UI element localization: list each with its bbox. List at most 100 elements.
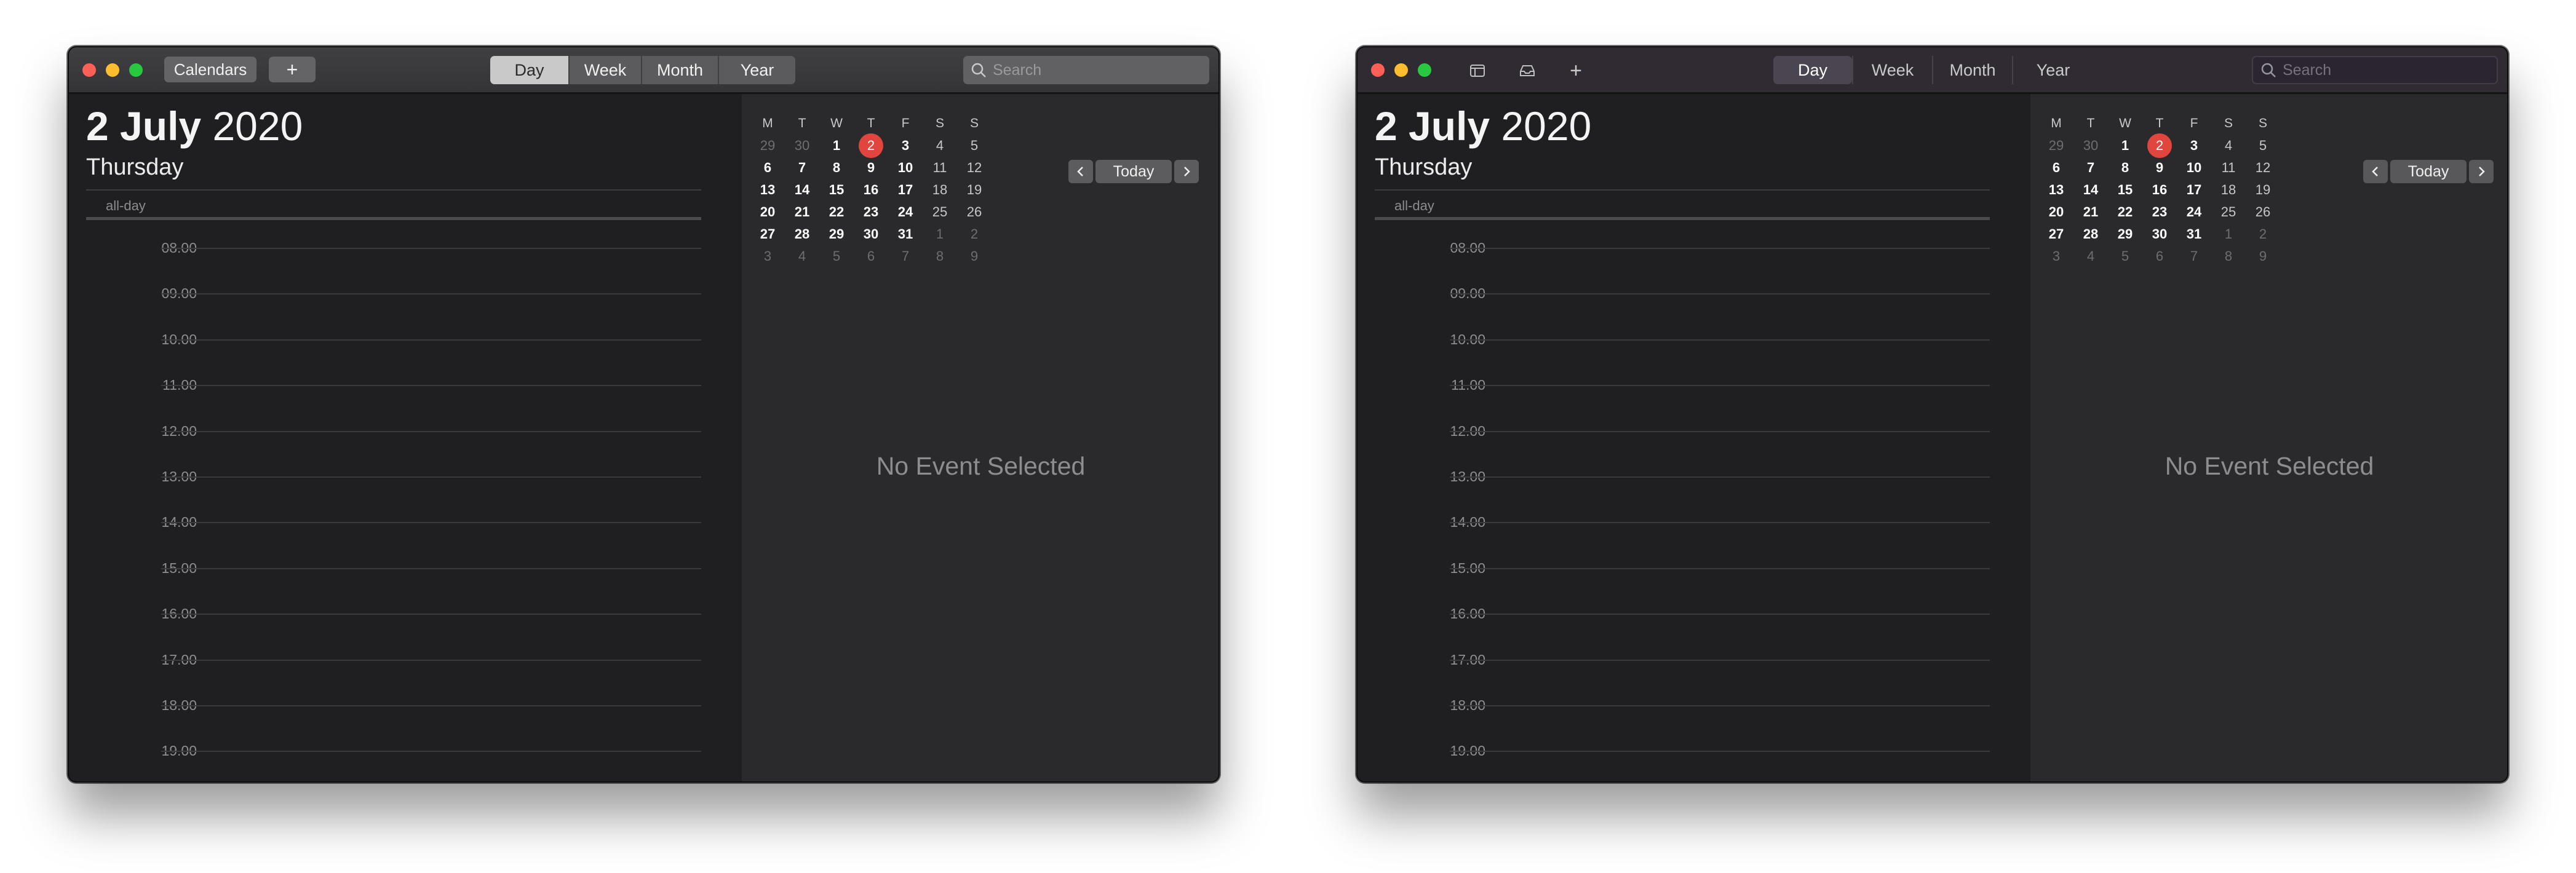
today-button[interactable]: Today [1095, 160, 1172, 183]
mini-calendar-day[interactable]: 12 [957, 160, 992, 176]
today-button[interactable]: Today [2390, 160, 2467, 183]
hour-row[interactable]: 18.00 [1356, 697, 2030, 716]
mini-calendar-day[interactable]: 24 [2177, 204, 2211, 220]
hour-row[interactable]: 15.00 [68, 560, 742, 579]
mini-calendar-day[interactable]: 20 [750, 204, 785, 220]
hour-row[interactable]: 17.00 [1356, 652, 2030, 670]
mini-calendar-day[interactable]: 3 [2039, 248, 2073, 264]
mini-calendar-day[interactable]: 25 [923, 204, 957, 220]
minimize-button[interactable] [1394, 63, 1408, 77]
mini-calendar-day[interactable]: 17 [888, 182, 923, 198]
mini-calendar-day[interactable]: 27 [750, 226, 785, 242]
mini-calendar-day[interactable]: 3 [888, 138, 923, 154]
mini-calendar-day[interactable]: 16 [2142, 182, 2177, 198]
mini-calendar-day[interactable]: 5 [819, 248, 854, 264]
hour-row[interactable]: 11.00 [68, 377, 742, 395]
tab-day[interactable]: Day [1773, 56, 1852, 84]
mini-calendar-day[interactable]: 14 [2073, 182, 2108, 198]
mini-calendar-today[interactable]: 2 [2142, 133, 2177, 158]
mini-calendar-day[interactable]: 28 [785, 226, 819, 242]
mini-calendar-day[interactable]: 9 [2142, 160, 2177, 176]
mini-calendar-day[interactable]: 24 [888, 204, 923, 220]
calendars-button[interactable]: Calendars [164, 57, 256, 82]
mini-calendar-day[interactable]: 19 [2246, 182, 2280, 198]
mini-calendar-day[interactable]: 4 [2211, 138, 2246, 154]
mini-calendar-day[interactable]: 7 [2073, 160, 2108, 176]
search-field[interactable]: Search [2252, 56, 2498, 84]
mini-calendar-day[interactable]: 10 [888, 160, 923, 176]
next-button[interactable] [1174, 160, 1199, 183]
mini-calendar-day[interactable]: 8 [923, 248, 957, 264]
mini-calendar-day[interactable]: 30 [2073, 138, 2108, 154]
mini-calendar-day[interactable]: 3 [750, 248, 785, 264]
mini-calendar-day[interactable]: 21 [2073, 204, 2108, 220]
mini-calendar-day[interactable]: 5 [2246, 138, 2280, 154]
mini-calendar-day[interactable]: 8 [819, 160, 854, 176]
tab-year[interactable]: Year [2012, 56, 2093, 84]
mini-calendar-day[interactable]: 30 [2142, 226, 2177, 242]
hour-row[interactable]: 12.00 [68, 423, 742, 441]
hour-row[interactable]: 15.00 [1356, 560, 2030, 579]
mini-calendar-day[interactable]: 31 [2177, 226, 2211, 242]
mini-calendar-day[interactable]: 9 [854, 160, 888, 176]
mini-calendar-day[interactable]: 2 [2246, 226, 2280, 242]
mini-calendar-day[interactable]: 1 [923, 226, 957, 242]
mini-calendar-day[interactable]: 10 [2177, 160, 2211, 176]
mini-calendar-day[interactable]: 29 [750, 138, 785, 154]
mini-calendar-day[interactable]: 4 [2073, 248, 2108, 264]
mini-calendar-day[interactable]: 4 [785, 248, 819, 264]
mini-calendar-day[interactable]: 3 [2177, 138, 2211, 154]
mini-calendar-day[interactable]: 13 [750, 182, 785, 198]
mini-calendar-day[interactable]: 26 [2246, 204, 2280, 220]
inbox-button[interactable] [1515, 58, 1540, 83]
mini-calendar-day[interactable]: 6 [2142, 248, 2177, 264]
mini-calendar-day[interactable]: 5 [957, 138, 992, 154]
mini-calendar-day[interactable]: 15 [2108, 182, 2142, 198]
close-button[interactable] [1371, 63, 1385, 77]
hour-row[interactable]: 10.00 [68, 331, 742, 350]
mini-calendar-day[interactable]: 29 [2039, 138, 2073, 154]
mini-calendar-day[interactable]: 20 [2039, 204, 2073, 220]
hour-row[interactable]: 18.00 [68, 697, 742, 716]
mini-calendar-day[interactable]: 14 [785, 182, 819, 198]
zoom-button[interactable] [1418, 63, 1431, 77]
mini-calendar-today[interactable]: 2 [854, 133, 888, 158]
hour-row[interactable]: 08.00 [1356, 240, 2030, 258]
all-day-row[interactable]: all-day [1375, 189, 1990, 220]
mini-calendar-day[interactable]: 1 [819, 138, 854, 154]
tab-day[interactable]: Day [490, 56, 568, 84]
mini-calendar-day[interactable]: 19 [957, 182, 992, 198]
mini-calendar-day[interactable]: 6 [750, 160, 785, 176]
mini-calendar-day[interactable]: 23 [2142, 204, 2177, 220]
mini-calendar-day[interactable]: 16 [854, 182, 888, 198]
mini-calendar-day[interactable]: 13 [2039, 182, 2073, 198]
mini-calendar-day[interactable]: 7 [888, 248, 923, 264]
mini-calendar-day[interactable]: 12 [2246, 160, 2280, 176]
mini-calendar-day[interactable]: 25 [2211, 204, 2246, 220]
mini-calendar-day[interactable]: 6 [854, 248, 888, 264]
mini-calendar-day[interactable]: 29 [819, 226, 854, 242]
mini-calendar-day[interactable]: 1 [2211, 226, 2246, 242]
tab-month[interactable]: Month [1932, 56, 2012, 84]
hour-row[interactable]: 19.00 [68, 743, 742, 761]
minimize-button[interactable] [106, 63, 119, 77]
mini-calendar-day[interactable]: 30 [785, 138, 819, 154]
mini-calendar-day[interactable]: 27 [2039, 226, 2073, 242]
mini-calendar-day[interactable]: 4 [923, 138, 957, 154]
mini-calendar-day[interactable]: 31 [888, 226, 923, 242]
mini-calendar-day[interactable]: 7 [785, 160, 819, 176]
mini-calendar-day[interactable]: 6 [2039, 160, 2073, 176]
hour-row[interactable]: 09.00 [1356, 285, 2030, 304]
tab-week[interactable]: Week [1852, 56, 1932, 84]
all-day-row[interactable]: all-day [86, 189, 701, 220]
hour-row[interactable]: 12.00 [1356, 423, 2030, 441]
close-button[interactable] [82, 63, 96, 77]
hour-row[interactable]: 16.00 [68, 606, 742, 624]
next-button[interactable] [2469, 160, 2494, 183]
mini-calendar-day[interactable]: 7 [2177, 248, 2211, 264]
mini-calendar-day[interactable]: 1 [2108, 138, 2142, 154]
mini-calendar-day[interactable]: 23 [854, 204, 888, 220]
hour-row[interactable]: 14.00 [1356, 514, 2030, 532]
mini-calendar-day[interactable]: 22 [2108, 204, 2142, 220]
mini-calendar-day[interactable]: 18 [2211, 182, 2246, 198]
